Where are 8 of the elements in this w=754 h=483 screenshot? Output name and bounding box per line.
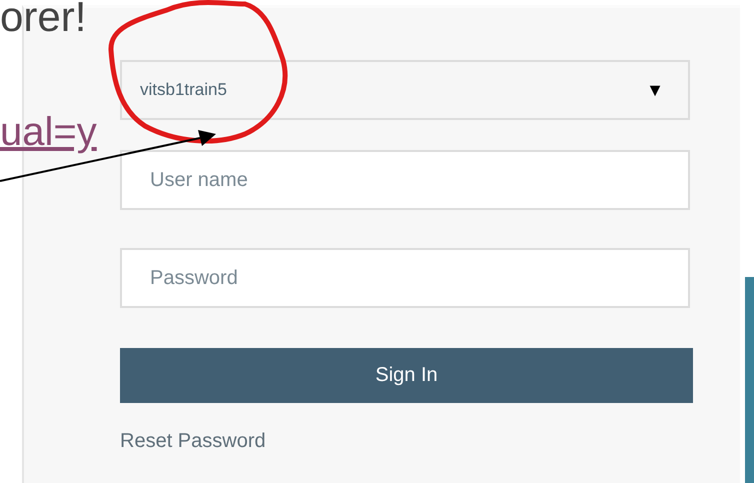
account-select[interactable]: vitsb1train5 ▼ — [120, 60, 690, 120]
url-link[interactable]: ual=y — [0, 110, 97, 154]
username-field[interactable]: User name — [120, 150, 690, 210]
sign-in-button[interactable]: Sign In — [120, 348, 693, 403]
caret-icon: ▼ — [646, 80, 664, 100]
reset-password-link[interactable]: Reset Password — [120, 430, 266, 453]
password-field[interactable]: Password — [120, 248, 690, 308]
heading-text: orer! — [0, 0, 86, 40]
